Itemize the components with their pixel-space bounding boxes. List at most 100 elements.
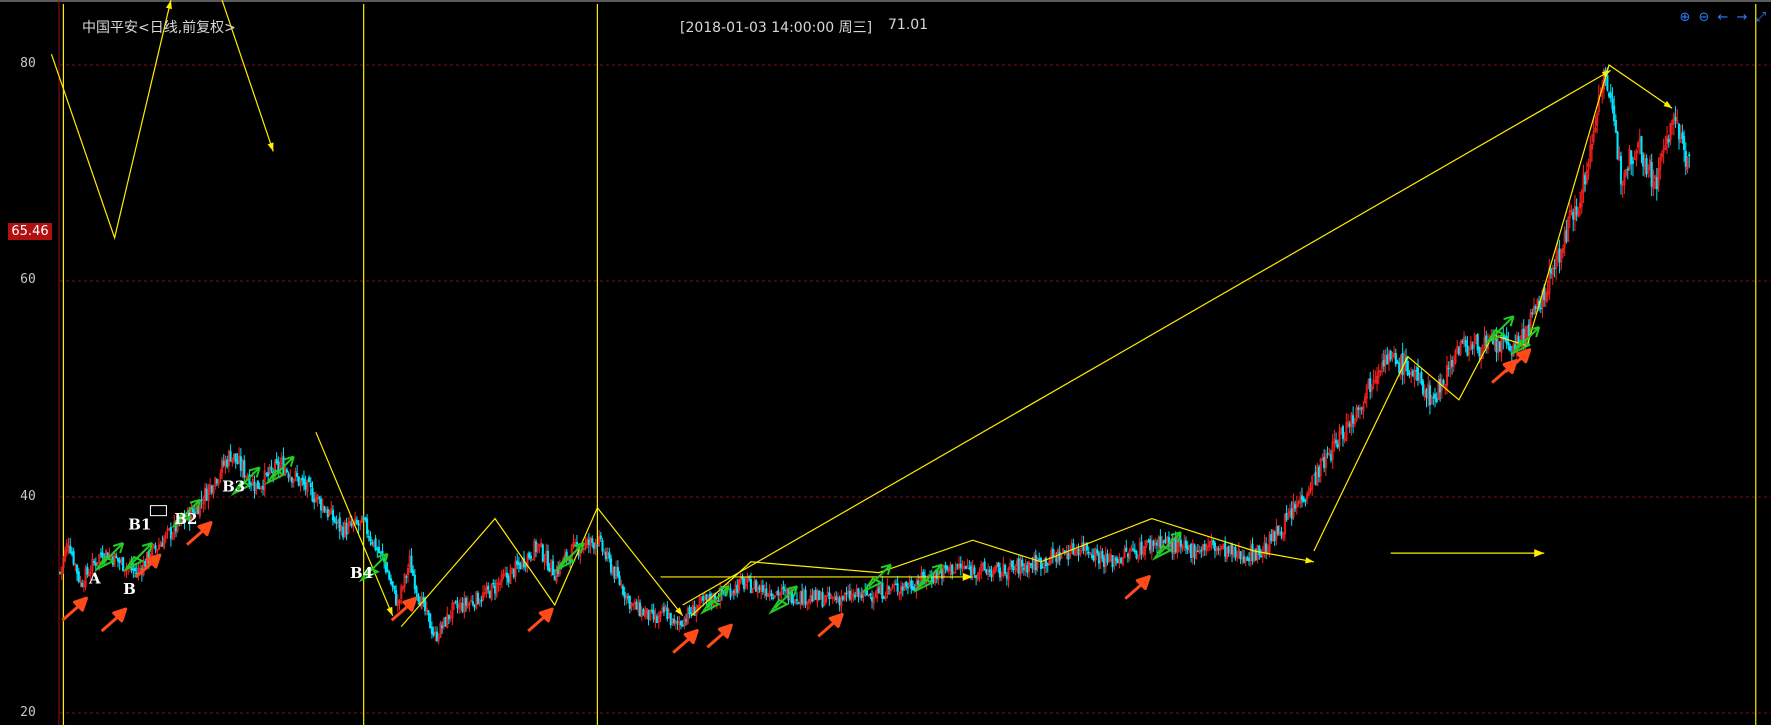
candlestick-chart[interactable]: A B B1 B2 B3 B4	[0, 0, 1771, 725]
candle-body	[882, 596, 886, 599]
candle-body	[990, 572, 993, 578]
signal-label: B1	[128, 515, 151, 533]
candle-body	[70, 552, 73, 555]
zoom-in-icon[interactable]: ⊕	[1677, 10, 1693, 26]
candle-body	[758, 586, 761, 590]
candle-body	[685, 619, 688, 622]
buy-signal-arrow	[817, 612, 844, 638]
candle-body	[681, 624, 684, 627]
candle-body	[461, 603, 464, 612]
trend-line	[682, 69, 1612, 606]
candle-body	[1357, 407, 1360, 410]
candle-body	[261, 485, 265, 490]
candle-body	[604, 552, 607, 560]
candle-body	[1058, 551, 1061, 561]
scroll-right-icon[interactable]: →	[1734, 10, 1750, 26]
candle-body	[405, 576, 408, 578]
candle-body	[1147, 540, 1150, 543]
candle-body	[1239, 551, 1242, 560]
candle-body	[821, 592, 824, 607]
candle-body	[377, 546, 381, 553]
candle-body	[647, 609, 650, 620]
cursor-datetime: [2018-01-03 14:00:00 周三]	[680, 20, 873, 36]
candle-body	[869, 593, 872, 596]
candle-body	[512, 568, 515, 578]
candle-body	[838, 597, 841, 606]
zoom-out-icon[interactable]: ⊖	[1696, 10, 1712, 26]
candle-body	[650, 609, 654, 612]
candle-body	[1091, 554, 1094, 559]
candle-body	[1184, 540, 1188, 549]
candle-body	[896, 583, 899, 592]
scroll-left-icon[interactable]: ←	[1715, 10, 1731, 26]
candle-body	[355, 519, 358, 524]
candle-body	[222, 461, 225, 466]
candle-body	[1317, 466, 1321, 478]
candle-body	[1277, 525, 1280, 535]
candle-body	[871, 597, 874, 602]
candle-body	[1021, 559, 1024, 567]
candle-body	[287, 473, 290, 478]
candle-body	[944, 565, 947, 569]
candle-body	[811, 595, 814, 602]
candle-body	[676, 621, 679, 624]
candle-body	[1539, 307, 1542, 310]
candle-body	[1461, 340, 1464, 343]
chart-toolbar: ⊕ ⊖ ← → ⤢	[1677, 10, 1769, 26]
candle-body	[652, 610, 655, 620]
candle-body	[1285, 512, 1288, 520]
candle-body	[524, 565, 527, 567]
candle-body	[1451, 359, 1454, 367]
candle-body	[1398, 362, 1401, 374]
candle-body	[1439, 378, 1442, 393]
candle-body	[985, 569, 988, 574]
candle-body	[1132, 548, 1135, 551]
candle-body	[275, 459, 278, 464]
candle-body	[804, 589, 807, 605]
candle-body	[1031, 563, 1034, 569]
candle-body	[1017, 558, 1020, 575]
candle-body	[1300, 495, 1304, 501]
candle-body	[973, 567, 976, 574]
candle-body	[367, 535, 370, 538]
chart-title: 中国平安<日线,前复权>	[82, 20, 236, 36]
candle-body	[1227, 546, 1230, 554]
candle-body	[1572, 211, 1575, 220]
candle-body	[1140, 541, 1143, 555]
candle-body	[393, 585, 396, 590]
candle-body	[1097, 553, 1101, 564]
candle-body	[946, 565, 949, 571]
candle-body	[205, 488, 208, 501]
candle-body	[1606, 74, 1609, 91]
candle-body	[548, 567, 551, 572]
candle-body	[881, 582, 884, 599]
candle-body	[319, 499, 323, 511]
candle-body	[364, 517, 367, 520]
candle-body	[1457, 347, 1460, 355]
candle-body	[335, 522, 338, 524]
candle-body	[326, 509, 329, 518]
candle-body	[427, 610, 430, 616]
candle-body	[441, 625, 444, 629]
candle-body	[1029, 563, 1032, 565]
candle-body	[1688, 154, 1691, 157]
candle-body	[1114, 557, 1118, 561]
candle-body	[959, 563, 962, 568]
candle-body	[236, 459, 239, 465]
candle-body	[1026, 565, 1029, 573]
candle-body	[1420, 371, 1423, 384]
candle-body	[270, 466, 273, 471]
candle-body	[1495, 336, 1498, 353]
buy-signal-arrow	[134, 553, 162, 579]
candle-body	[1616, 131, 1619, 160]
candle-body	[1294, 504, 1297, 509]
candle-body	[1401, 352, 1404, 376]
candle-body	[1077, 548, 1080, 556]
candle-body	[1010, 560, 1013, 567]
candle-body	[210, 485, 213, 493]
candle-body	[1125, 547, 1128, 552]
candle-body	[1341, 426, 1344, 439]
restore-icon[interactable]: ⤢	[1753, 10, 1769, 26]
candle-body	[906, 586, 909, 589]
candle-body	[1155, 542, 1159, 546]
